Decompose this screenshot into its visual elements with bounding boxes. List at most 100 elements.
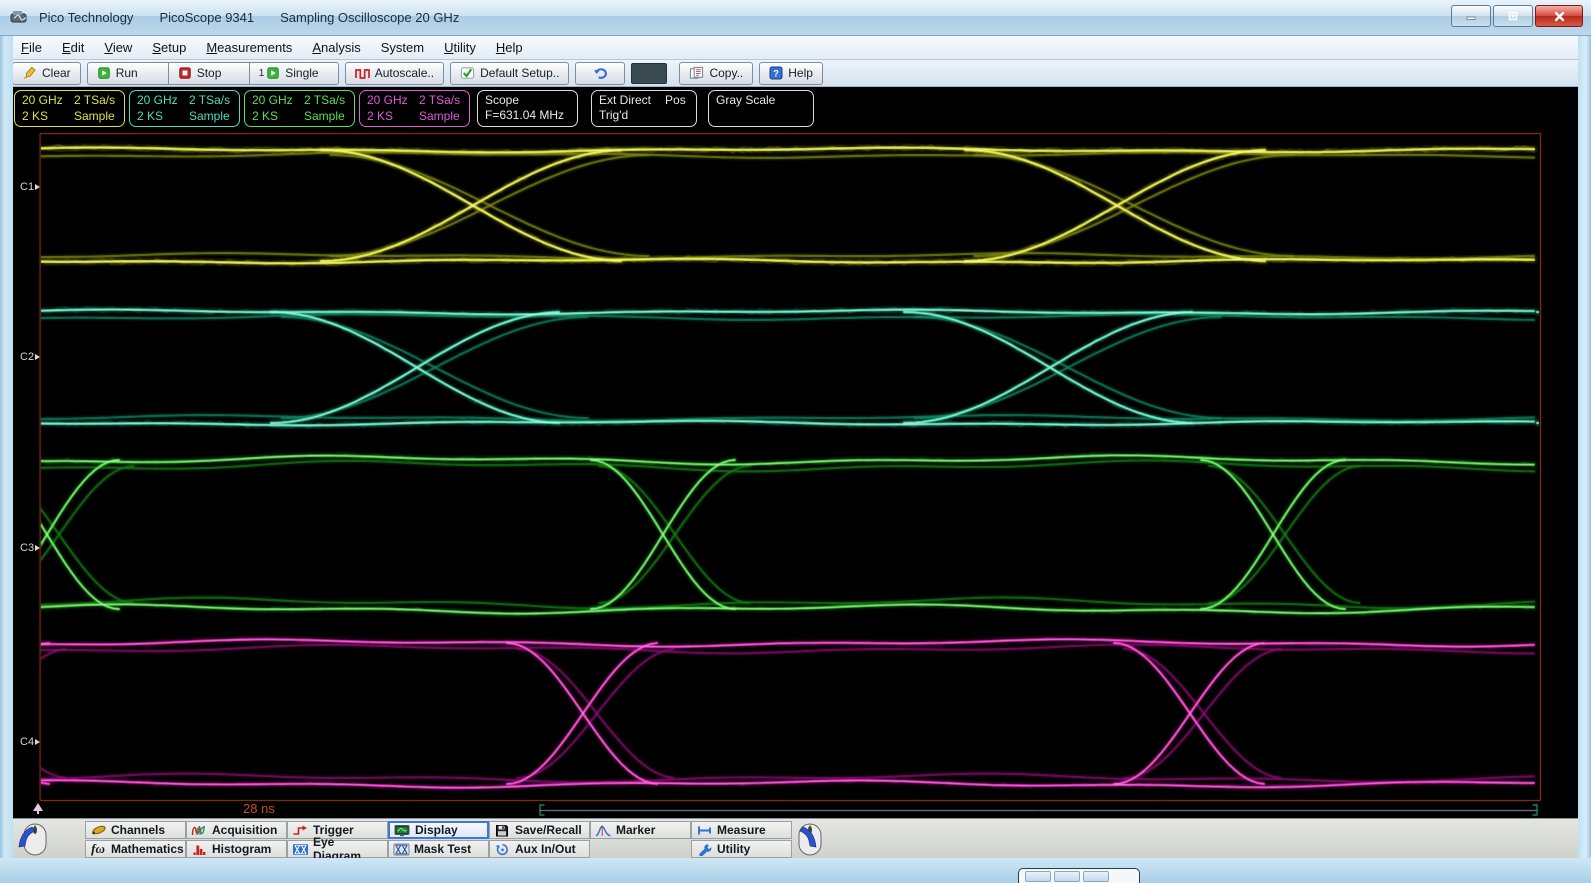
channel3-reference-label[interactable]: C3 [20,542,40,554]
window-right-border [1578,36,1591,858]
copy-button[interactable]: Copy.. [679,62,753,85]
ch2-reference-arrow-icon [35,354,40,360]
ch1-mode: Sample [74,109,117,125]
menu-setup[interactable]: Setup [143,38,195,57]
marker-label: Marker [616,823,655,837]
measure-button[interactable]: Measure [691,821,792,839]
eye-diagram-button[interactable]: Eye Diagram [287,840,388,858]
ch2-sample-rate: 2 TSa/s [189,93,232,109]
taskbar-peek-window[interactable] [1018,868,1140,883]
display-mode-box[interactable]: Gray Scale [708,90,814,127]
mathematics-button[interactable]: fω Mathematics [85,840,186,858]
channels-probe-icon [90,824,107,837]
previous-panel-mouse-icon[interactable] [16,821,50,857]
run-button[interactable]: Run [87,62,169,85]
taskbar-peek-button[interactable] [1025,871,1051,882]
default-setup-check-icon [460,66,475,80]
ch4-reference-arrow-icon [35,739,40,745]
ch3-record-length: 2 KS [252,109,304,125]
trigger-slope: Pos [665,93,686,108]
title-description: Sampling Oscilloscope 20 GHz [280,10,459,25]
single-count-label: 1 [259,68,265,79]
acquisition-button[interactable]: Acquisition [186,821,287,839]
trigger-status: Trig'd [599,108,689,123]
scope-frequency: F=631.04 MHz [485,108,570,123]
help-button[interactable]: ? Help [759,62,823,85]
channel4-status-box[interactable]: 20 GHz 2 TSa/s 2 KS Sample [359,90,470,127]
title-bar: Pico Technology PicoScope 9341 Sampling … [0,0,1591,36]
channel3-status-box[interactable]: 20 GHz 2 TSa/s 2 KS Sample [244,90,355,127]
autoscale-button[interactable]: Autoscale.. [345,62,444,85]
ch2-label-text: C2 [20,351,34,363]
ch3-label-text: C3 [20,542,34,554]
histogram-button[interactable]: Histogram [186,840,287,858]
taskbar-peek-button[interactable] [1083,871,1109,882]
run-icon [97,66,111,80]
stop-label: Stop [197,66,222,80]
menu-help[interactable]: Help [487,38,532,57]
histogram-label: Histogram [212,842,271,856]
channel1-reference-label[interactable]: C1 [20,181,40,193]
scope-status-box[interactable]: Scope F=631.04 MHz [477,90,578,127]
single-label: Single [285,66,318,80]
single-button[interactable]: 1 Single [249,62,339,85]
window-left-border [0,36,13,858]
menu-utility[interactable]: Utility [435,38,485,57]
help-icon: ? [769,66,783,80]
eye-diagram-icon [292,843,309,856]
ch1-label-text: C1 [20,181,34,193]
mathematics-label: Mathematics [111,842,184,856]
empty-cell [590,840,691,858]
app-logo-icon [10,10,30,26]
menu-system[interactable]: System [372,38,433,57]
menu-edit[interactable]: Edit [53,38,93,57]
trigger-position-marker[interactable] [33,803,43,811]
timebase-label: 28 ns [243,801,275,816]
menu-file[interactable]: File [12,38,51,57]
taskbar-peek-button[interactable] [1054,871,1080,882]
save-recall-button[interactable]: Save/Recall [489,821,590,839]
display-label: Display [415,823,458,837]
channel2-reference-label[interactable]: C2 [20,351,40,363]
run-label: Run [116,66,138,80]
default-setup-button[interactable]: Default Setup.. [450,62,569,85]
app-window: Pico Technology PicoScope 9341 Sampling … [0,0,1591,883]
menu-analysis[interactable]: Analysis [303,38,369,57]
next-panel-mouse-icon[interactable] [795,821,829,857]
ch2-mode: Sample [189,109,232,125]
mask-test-button[interactable]: Mask Test [388,840,489,858]
ch1-sample-rate: 2 TSa/s [74,93,117,109]
copy-icon [689,66,704,80]
display-button[interactable]: Display [388,821,489,839]
ch4-mode: Sample [419,109,462,125]
mask-test-icon [393,843,410,856]
marker-button[interactable]: Marker [590,821,691,839]
utility-button[interactable]: Utility [691,840,792,858]
minimize-icon [1465,11,1477,21]
ch1-bandwidth: 20 GHz [22,93,74,109]
measure-label: Measure [717,823,766,837]
undo-button[interactable] [575,62,625,85]
scope-title: Scope [485,93,570,108]
channel2-status-box[interactable]: 20 GHz 2 TSa/s 2 KS Sample [129,90,240,127]
minimize-button[interactable] [1451,5,1491,27]
channel4-reference-label[interactable]: C4 [20,736,40,748]
color-swatch[interactable] [631,63,667,84]
bottom-toolbar: Channels Acquisition Trigger Display Sav… [0,818,1591,858]
top-toolbar: Clear Run Stop 1 Single Autoscale.. Defa… [0,60,1591,87]
close-button[interactable] [1535,5,1583,27]
aux-in-out-label: Aux In/Out [515,842,576,856]
menu-measurements[interactable]: Measurements [197,38,301,57]
ch3-reference-arrow-icon [35,545,40,551]
acquisition-label: Acquisition [212,823,277,837]
trigger-status-box[interactable]: Ext Direct Pos Trig'd [591,90,697,127]
aux-in-out-button[interactable]: Aux In/Out [489,840,590,858]
channels-button[interactable]: Channels [85,821,186,839]
menu-view[interactable]: View [95,38,141,57]
save-disk-icon [495,824,509,837]
stop-button[interactable]: Stop [168,62,250,85]
maximize-button[interactable] [1493,5,1533,27]
math-function-icon: fω [89,842,107,856]
channel1-status-box[interactable]: 20 GHz 2 TSa/s 2 KS Sample [14,90,125,127]
clear-button[interactable]: Clear [12,62,81,85]
